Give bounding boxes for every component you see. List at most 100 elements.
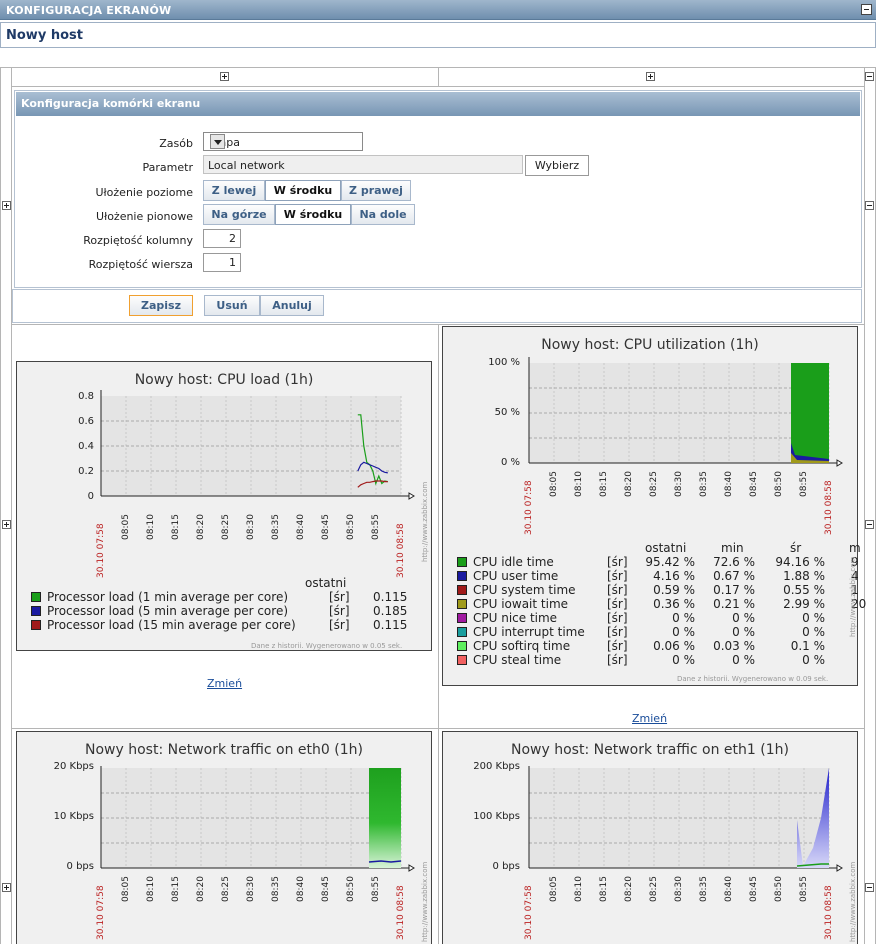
add-column-icon[interactable] [646, 72, 655, 81]
change-link[interactable]: Zmień [632, 712, 667, 725]
x-tick: 08:35 [699, 471, 709, 497]
add-row-icon[interactable] [2, 520, 11, 529]
x-tick: 08:50 [774, 471, 784, 497]
legend-swatch [31, 606, 41, 616]
colspan-input[interactable]: 2 [203, 229, 241, 248]
x-tick: 08:35 [271, 514, 281, 540]
x-tick: 08:45 [749, 876, 759, 902]
remove-row-icon[interactable] [865, 520, 874, 529]
rowspan-input[interactable]: 1 [203, 253, 241, 272]
cpu-load-plot [100, 390, 415, 500]
x-tick: 08:45 [321, 876, 331, 902]
x-tick: 08:40 [724, 471, 734, 497]
legend-name: Processor load (15 min average per core) [47, 618, 296, 632]
x-axis-arrow [836, 864, 843, 872]
graph-network-eth1[interactable]: Nowy host: Network traffic on eth1 (1h) … [442, 731, 858, 944]
save-button[interactable]: Zapisz [129, 295, 193, 316]
legend-name: Processor load (1 min average per core) [47, 590, 289, 604]
halign-right-button[interactable]: Z prawej [341, 180, 411, 201]
grid-line [438, 67, 439, 87]
legend-agg: [śr] [607, 611, 628, 625]
remove-row-icon[interactable] [865, 201, 874, 210]
valign-bottom-button[interactable]: Na dole [351, 204, 415, 225]
legend-name: CPU idle time [473, 555, 554, 569]
grid-line [11, 728, 864, 729]
select-button[interactable]: Wybierz [525, 155, 589, 176]
watermark: http://www.zabbix.com [849, 556, 857, 637]
page-title-box: Nowy host [0, 22, 876, 48]
watermark: http://www.zabbix.com [421, 481, 429, 562]
x-tick: 08:20 [624, 471, 634, 497]
add-row-icon[interactable] [2, 883, 11, 892]
resource-label: Zasób [159, 137, 193, 150]
graph-cpu-load[interactable]: Nowy host: CPU load (1h) 0.8 0.6 0.4 0.2… [16, 361, 432, 651]
legend-min: 0 % [732, 611, 755, 625]
collapse-icon[interactable] [861, 4, 872, 15]
valign-top-button[interactable]: Na górze [203, 204, 275, 225]
add-row-icon[interactable] [2, 201, 11, 210]
legend-name: CPU softirq time [473, 639, 571, 653]
param-input[interactable]: Local network [203, 155, 523, 174]
x-tick: 30.10 08:58 [824, 885, 834, 940]
x-axis-arrow [836, 459, 843, 467]
legend-agg: [śr] [607, 597, 628, 611]
legend-min: 0.03 % [713, 639, 755, 653]
legend-agg: [śr] [329, 604, 350, 618]
plot-group [100, 766, 415, 872]
legend-agg: [śr] [607, 555, 628, 569]
graph-cpu-utilization[interactable]: Nowy host: CPU utilization (1h) 100 % 50… [442, 326, 866, 686]
legend-agg: [śr] [329, 618, 350, 632]
add-column-icon[interactable] [220, 72, 229, 81]
legend-name: CPU nice time [473, 611, 558, 625]
legend-column-header: min [721, 541, 744, 555]
x-tick: 30.10 07:58 [96, 885, 106, 940]
y-tick: 50 % [494, 407, 520, 418]
series-line [368, 860, 402, 863]
valign-label: Ułożenie pionowe [96, 210, 193, 223]
watermark: http://www.zabbix.com [421, 861, 429, 942]
legend-agg: [śr] [607, 625, 628, 639]
legend-avg: 0 % [802, 625, 825, 639]
legend-swatch [457, 627, 467, 637]
legend-swatch [457, 585, 467, 595]
plot-group [528, 766, 843, 872]
legend-swatch [457, 571, 467, 581]
watermark: http://www.zabbix.com [849, 861, 857, 942]
x-tick: 30.10 07:58 [524, 480, 534, 535]
valign-middle-button[interactable]: W środku [275, 204, 351, 225]
legend-swatch [457, 557, 467, 567]
legend-min: 0.17 % [713, 583, 755, 597]
legend-min: 0 % [732, 625, 755, 639]
resource-select[interactable]: Mapa [203, 132, 363, 151]
x-tick: 08:10 [146, 876, 156, 902]
y-tick: 0.4 [78, 441, 94, 452]
remove-column-icon[interactable] [865, 72, 874, 81]
cancel-button[interactable]: Anuluj [260, 295, 324, 316]
grid-line [11, 67, 12, 944]
x-tick: 08:50 [346, 514, 356, 540]
change-link[interactable]: Zmień [207, 677, 242, 690]
remove-row-icon[interactable] [865, 883, 874, 892]
chevron-down-icon[interactable] [210, 134, 225, 149]
legend-header: ostatni [305, 576, 347, 590]
x-tick: 08:05 [549, 876, 559, 902]
legend-name: CPU user time [473, 569, 559, 583]
halign-center-button[interactable]: W środku [265, 180, 341, 201]
legend-name: CPU system time [473, 583, 576, 597]
x-tick: 08:10 [574, 876, 584, 902]
grid-line [864, 67, 865, 944]
graph-footer: Dane z historii. Wygenerowano w 0.09 sek… [677, 675, 829, 683]
cpu-util-plot [528, 357, 843, 467]
graph-footer: Dane z historii. Wygenerowano w 0.05 sek… [251, 642, 403, 650]
y-tick: 0 [87, 491, 94, 502]
legend-swatch [31, 620, 41, 630]
screen-config-page: KONFIGURACJA EKRANÓW Nowy host Konfigura… [0, 0, 876, 944]
legend-swatch [31, 592, 41, 602]
x-tick: 08:15 [599, 471, 609, 497]
delete-button[interactable]: Usuń [204, 295, 260, 316]
halign-left-button[interactable]: Z lewej [203, 180, 265, 201]
x-tick: 08:15 [599, 876, 609, 902]
header-title: KONFIGURACJA EKRANÓW [6, 4, 172, 17]
graph-network-eth0[interactable]: Nowy host: Network traffic on eth0 (1h) … [16, 731, 432, 944]
form-title-bar: Konfiguracja komórki ekranu [16, 92, 860, 116]
